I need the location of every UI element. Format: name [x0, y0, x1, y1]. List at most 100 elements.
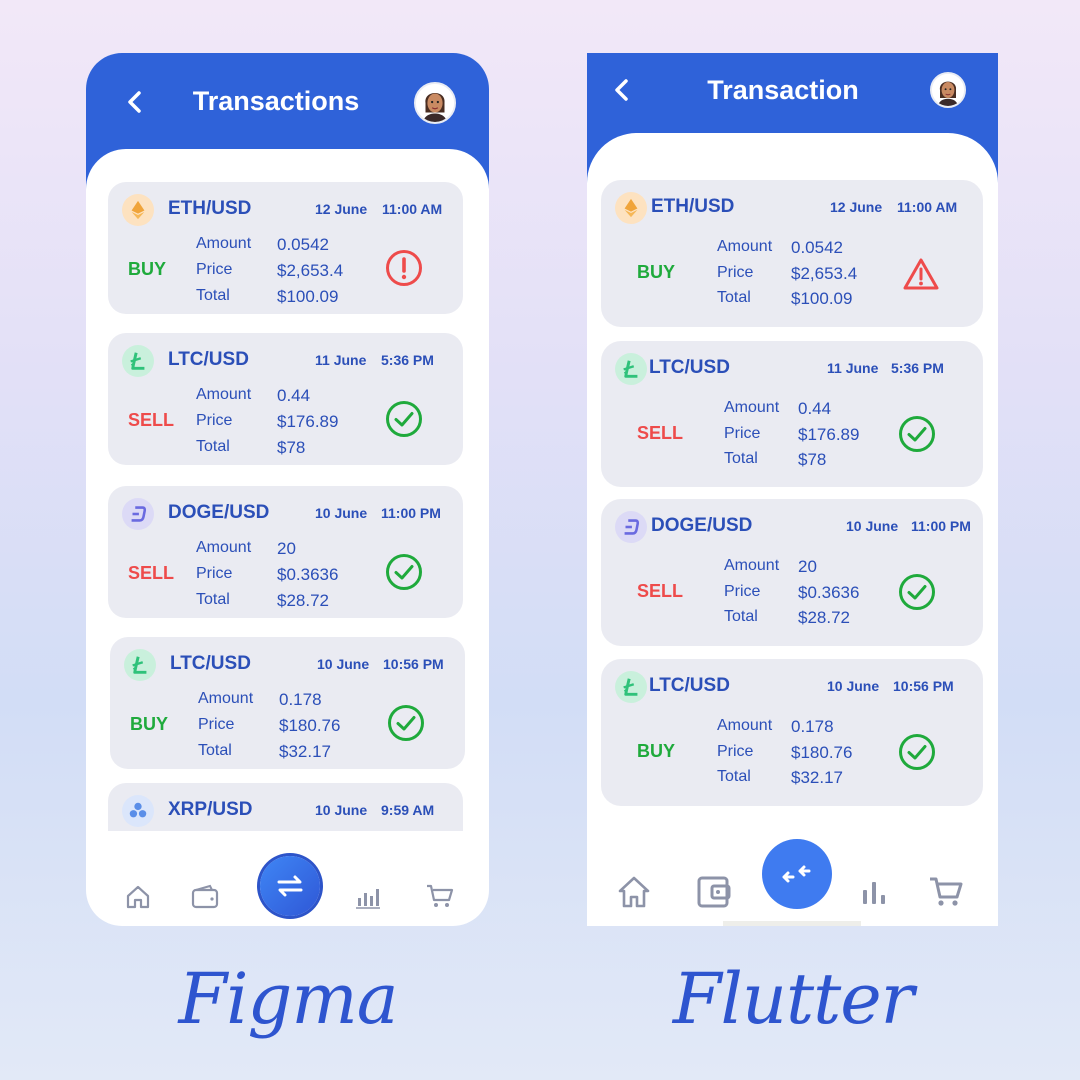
avatar-icon [932, 74, 964, 106]
total-label: Total [196, 287, 230, 304]
price-label: Price [724, 583, 761, 600]
total-label: Total [198, 742, 232, 759]
home-icon[interactable] [615, 873, 653, 911]
dash-icon [122, 498, 154, 530]
price-label: Price [196, 261, 233, 278]
figma-caption: Figma [178, 958, 399, 1040]
transaction-card[interactable]: ETH/USD 12 June 11:00 AM BUY Amount 0.05… [108, 182, 463, 314]
amount-value: 0.44 [798, 399, 832, 418]
date-label: 11 June [315, 352, 367, 368]
amount-value: 20 [277, 539, 296, 558]
date-label: 10 June [317, 656, 370, 672]
ethereum-icon [122, 194, 154, 226]
swap-icon [277, 875, 303, 897]
litecoin-icon [122, 345, 154, 377]
swap-button[interactable] [762, 839, 832, 909]
pair-label: DOGE/USD [651, 515, 753, 536]
pair-label: ETH/USD [168, 198, 252, 219]
cart-icon[interactable] [425, 882, 455, 910]
back-button[interactable] [124, 87, 146, 123]
transaction-card[interactable]: LTC/USD 11 June 5:36 PM SELL Amount 0.44… [601, 341, 983, 487]
flutter-phone: Transaction ETH/USD 12 June 11:00 AM BUY… [587, 53, 998, 926]
price-value: $176.89 [798, 425, 860, 444]
amount-value: 0.178 [279, 690, 322, 709]
amount-label: Amount [198, 690, 254, 707]
home-icon[interactable] [124, 883, 152, 911]
avatar[interactable] [414, 82, 456, 124]
wallet-icon[interactable] [696, 875, 732, 909]
total-label: Total [724, 608, 758, 625]
pair-label: LTC/USD [649, 357, 730, 378]
price-value: $180.76 [791, 743, 853, 762]
figma-phone: Transactions ETH/USD 12 June 11:00 AM BU… [86, 53, 489, 926]
amount-value: 0.178 [791, 717, 834, 736]
total-value: $100.09 [791, 289, 853, 308]
price-value: $2,653.4 [791, 264, 858, 283]
pair-label: LTC/USD [168, 349, 249, 370]
total-value: $28.72 [277, 591, 329, 610]
total-label: Total [724, 450, 758, 467]
total-label: Total [196, 591, 230, 608]
transaction-card[interactable]: DOGE/USD 10 June 11:00 PM SELL Amount 20… [601, 499, 983, 646]
ethereum-icon [615, 192, 647, 224]
total-value: $32.17 [791, 768, 843, 787]
check-circle-icon [898, 573, 936, 611]
wallet-icon[interactable] [190, 883, 220, 911]
amount-label: Amount [717, 238, 773, 255]
chart-icon[interactable] [354, 883, 382, 911]
transaction-card[interactable]: LTC/USD 11 June 5:36 PM SELL Amount 0.44… [108, 333, 463, 465]
transaction-card[interactable]: XRP/USD 10 June 9:59 AM [108, 783, 463, 831]
price-label: Price [724, 425, 761, 442]
date-label: 10 June [315, 505, 368, 521]
side-label: SELL [637, 423, 684, 443]
time-label: 10:56 PM [893, 678, 954, 694]
pair-label: LTC/USD [649, 675, 730, 696]
time-label: 11:00 PM [381, 505, 441, 521]
swap-button[interactable] [260, 856, 320, 916]
price-value: $176.89 [277, 412, 339, 431]
price-value: $2,653.4 [277, 261, 344, 280]
transaction-card[interactable]: LTC/USD 10 June 10:56 PM BUY Amount 0.17… [601, 659, 983, 806]
total-label: Total [717, 289, 751, 306]
side-label: SELL [128, 563, 175, 583]
side-label: BUY [637, 262, 676, 282]
total-value: $100.09 [277, 287, 339, 306]
time-label: 5:36 PM [891, 360, 944, 376]
swap-icon [782, 865, 811, 883]
date-label: 12 June [830, 199, 883, 215]
avatar[interactable] [930, 72, 966, 108]
amount-value: 20 [798, 557, 817, 576]
chevron-left-icon [128, 91, 141, 113]
total-value: $32.17 [279, 742, 331, 761]
pair-label: LTC/USD [170, 653, 251, 674]
page-title: Transaction [707, 75, 859, 105]
transaction-card[interactable]: ETH/USD 12 June 11:00 AM BUY Amount 0.05… [601, 180, 983, 327]
total-label: Total [717, 768, 751, 785]
date-label: 12 June [315, 201, 368, 217]
check-circle-icon [898, 415, 936, 453]
price-value: $0.3636 [277, 565, 339, 584]
cart-icon[interactable] [928, 875, 964, 909]
price-label: Price [198, 716, 235, 733]
pair-label: ETH/USD [651, 196, 735, 217]
home-indicator [723, 921, 861, 926]
price-label: Price [196, 565, 233, 582]
transaction-card[interactable]: LTC/USD 10 June 10:56 PM BUY Amount 0.17… [110, 637, 465, 769]
time-label: 11:00 PM [911, 518, 971, 534]
amount-value: 0.0542 [277, 235, 329, 254]
litecoin-icon [615, 671, 647, 703]
side-label: SELL [128, 410, 175, 430]
chevron-left-icon [615, 79, 628, 101]
amount-label: Amount [196, 235, 252, 252]
dash-icon [615, 511, 647, 543]
pair-label: DOGE/USD [168, 502, 270, 523]
error-circle-icon [385, 249, 423, 287]
side-label: BUY [637, 741, 676, 761]
transaction-card[interactable]: DOGE/USD 10 June 11:00 PM SELL Amount 20… [108, 486, 463, 618]
amount-label: Amount [717, 717, 773, 734]
date-label: 10 June [846, 518, 899, 534]
price-value: $0.3636 [798, 583, 860, 602]
total-value: $78 [277, 438, 306, 457]
chart-icon[interactable] [859, 877, 889, 907]
back-button[interactable] [611, 75, 633, 111]
